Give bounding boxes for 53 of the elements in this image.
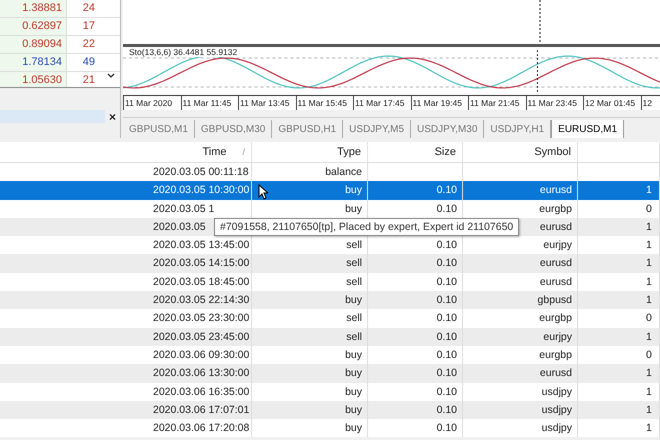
chart-tab[interactable]: USDJPY,M30 (411, 120, 484, 138)
time-axis-label: 11 Mar 2020 (123, 96, 180, 110)
crosshair-line (539, 0, 541, 44)
time-axis-label: 11 Mar 23:45 (526, 96, 583, 110)
column-header[interactable]: Time (202, 142, 226, 162)
spread-cell-text: 49 (82, 55, 96, 70)
close-button[interactable]: × (104, 110, 120, 122)
table-row[interactable]: 2020.03.05 1 buy 0.10 eurgbp 0 (0, 200, 660, 218)
table-row[interactable]: 2020.03.05 23:45:00 sell 0.10 eurjpy 1 (0, 328, 660, 346)
table-row[interactable]: 2020.03.06 09:30:00 buy 0.10 eurgbp 0 (0, 346, 660, 364)
chart-tab[interactable]: GBPUSD,M1 (123, 120, 195, 138)
chart-tab[interactable]: GBPUSD,H1 (272, 120, 344, 138)
table-row[interactable]: 2020.03.05 10:30:00 buy 0.10 eurusd 1 (0, 181, 660, 200)
table-row[interactable]: 2020.03.05 00:11:18 balance (0, 163, 660, 182)
size-cell: 0.10 (368, 419, 463, 438)
time-axis-label: 12 (640, 96, 660, 110)
price-cell: 0.62897 (0, 18, 67, 35)
chart-tab[interactable]: GBPUSD,M30 (194, 120, 272, 138)
column-header[interactable]: Size (368, 142, 463, 162)
time-axis-label: 11 Mar 17:45 (353, 96, 410, 110)
time-axis-label: 11 Mar 21:45 (468, 96, 526, 110)
time-axis-label: 11 Mar 19:45 (410, 96, 468, 110)
table-row[interactable]: 2020.03.06 16:35:00 buy 0.10 usdjpy 1 (0, 382, 660, 401)
time-axis-label: 12 Mar 01:45 (583, 96, 640, 110)
chevron-down-icon[interactable] (107, 73, 115, 79)
column-header[interactable]: Symbol (463, 142, 578, 162)
table-row[interactable]: 2020.03.06 13:30:00 buy 0.10 eurusd 1 (0, 364, 660, 383)
column-header[interactable]: Type (252, 142, 368, 162)
spread-cell-text: 22 (82, 37, 96, 52)
chart-tab[interactable]: USDJPY,M5 (343, 120, 412, 138)
price-cell: 1.05630 (0, 72, 67, 87)
time-axis-label: 11 Mar 15:45 (296, 96, 353, 110)
table-row[interactable]: 2020.03.05 14:15:00 sell 0.10 eurusd 1 (0, 254, 660, 273)
chart-tab[interactable]: EURUSD,M1 (551, 120, 624, 138)
spread-cell-text: 24 (82, 1, 96, 16)
price-cell: 1.38881 (0, 0, 67, 17)
type-cell: buy (252, 419, 368, 438)
mouse-cursor-icon (258, 184, 268, 200)
sort-mark: / (242, 146, 245, 159)
table-row[interactable]: 2020.03.06 17:07:01 buy 0.10 usdjpy 1 (0, 400, 660, 420)
time-axis-label: 11 Mar 11:45 (180, 96, 238, 110)
tooltip: #7091558, 21107650[tp], Placed by expert, Expert id 21107650 (214, 218, 520, 236)
price-cell: 0.89094 (0, 36, 67, 53)
spread-cell-text: 17 (82, 19, 96, 34)
time-cell: 2020.03.06 17:20:08 (0, 419, 252, 438)
table-row[interactable]: 2020.03.05 22:14:30 buy 0.10 gbpusd 1 (0, 291, 660, 310)
price-cell: 1.78134 (0, 54, 67, 71)
symbol-cell: usdjpy (463, 419, 578, 438)
table-cell: 1 (578, 419, 660, 438)
indicator-label: Sto(13,6,6) 36.4481 55.9132 (129, 47, 238, 57)
spread-cell-text: 21 (82, 73, 96, 87)
time-axis-label: 11 Mar 13:45 (238, 96, 296, 110)
table-row[interactable]: 2020.03.05 13:45:00 sell 0.10 eurjpy 1 (0, 236, 660, 254)
